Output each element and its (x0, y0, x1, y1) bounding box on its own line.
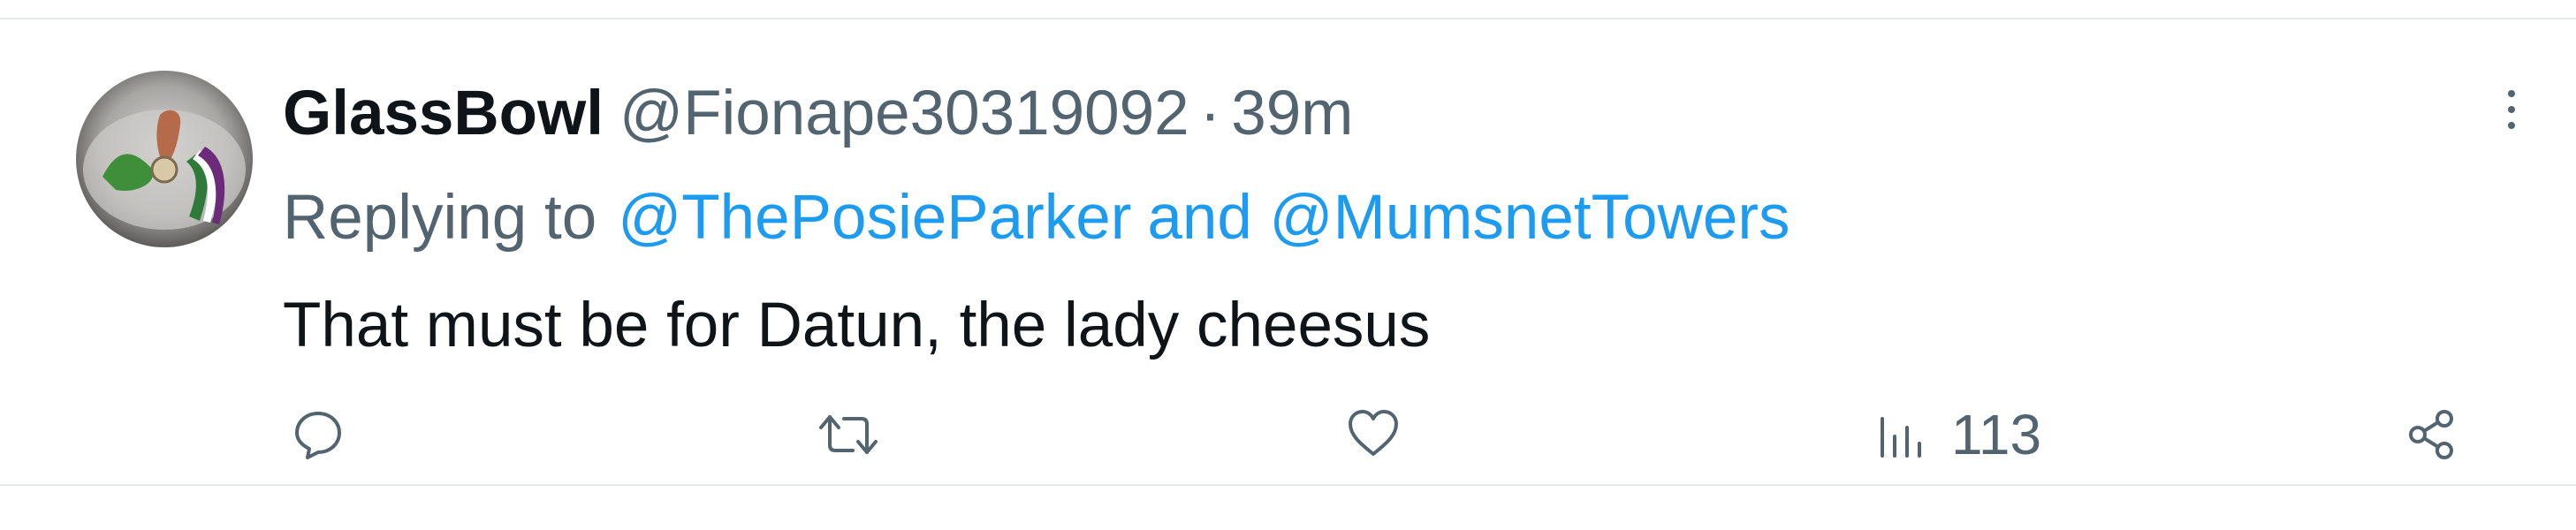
views-icon (1881, 417, 1921, 458)
user-handle[interactable]: @Fionape30319092 (619, 78, 1189, 149)
views-count: 113 (1951, 403, 2042, 466)
tweet-text: That must be for Datun, the lady cheesus (283, 290, 1431, 360)
replying-to-label: Replying to (283, 182, 597, 253)
reply-icon (295, 412, 341, 459)
avatar[interactable] (76, 71, 253, 247)
retweet-button[interactable] (817, 401, 879, 468)
display-name[interactable]: GlassBowl (283, 78, 604, 149)
views-button[interactable]: 113 (1875, 401, 2041, 468)
like-button[interactable] (1345, 401, 1402, 468)
mention-link-primary[interactable]: @ThePosieParker (618, 182, 1131, 254)
more-icon[interactable] (2494, 83, 2529, 136)
replying-to: Replying to @ThePosieParker and @Mumsnet… (283, 173, 1790, 261)
share-button[interactable] (2404, 401, 2460, 468)
share-icon (2409, 410, 2453, 459)
mention-link-secondary[interactable]: and @MumsnetTowers (1147, 182, 1790, 254)
tweet-header: GlassBowl @Fionape30319092 · 39m (283, 69, 1353, 157)
separator-dot: · (1199, 78, 1221, 148)
timestamp[interactable]: 39m (1231, 78, 1353, 149)
heart-icon (1349, 410, 1398, 456)
retweet-icon (819, 415, 878, 454)
reply-button[interactable] (290, 401, 346, 468)
tweet-card[interactable]: GlassBowl @Fionape30319092 · 39m Replyin… (0, 18, 2576, 486)
